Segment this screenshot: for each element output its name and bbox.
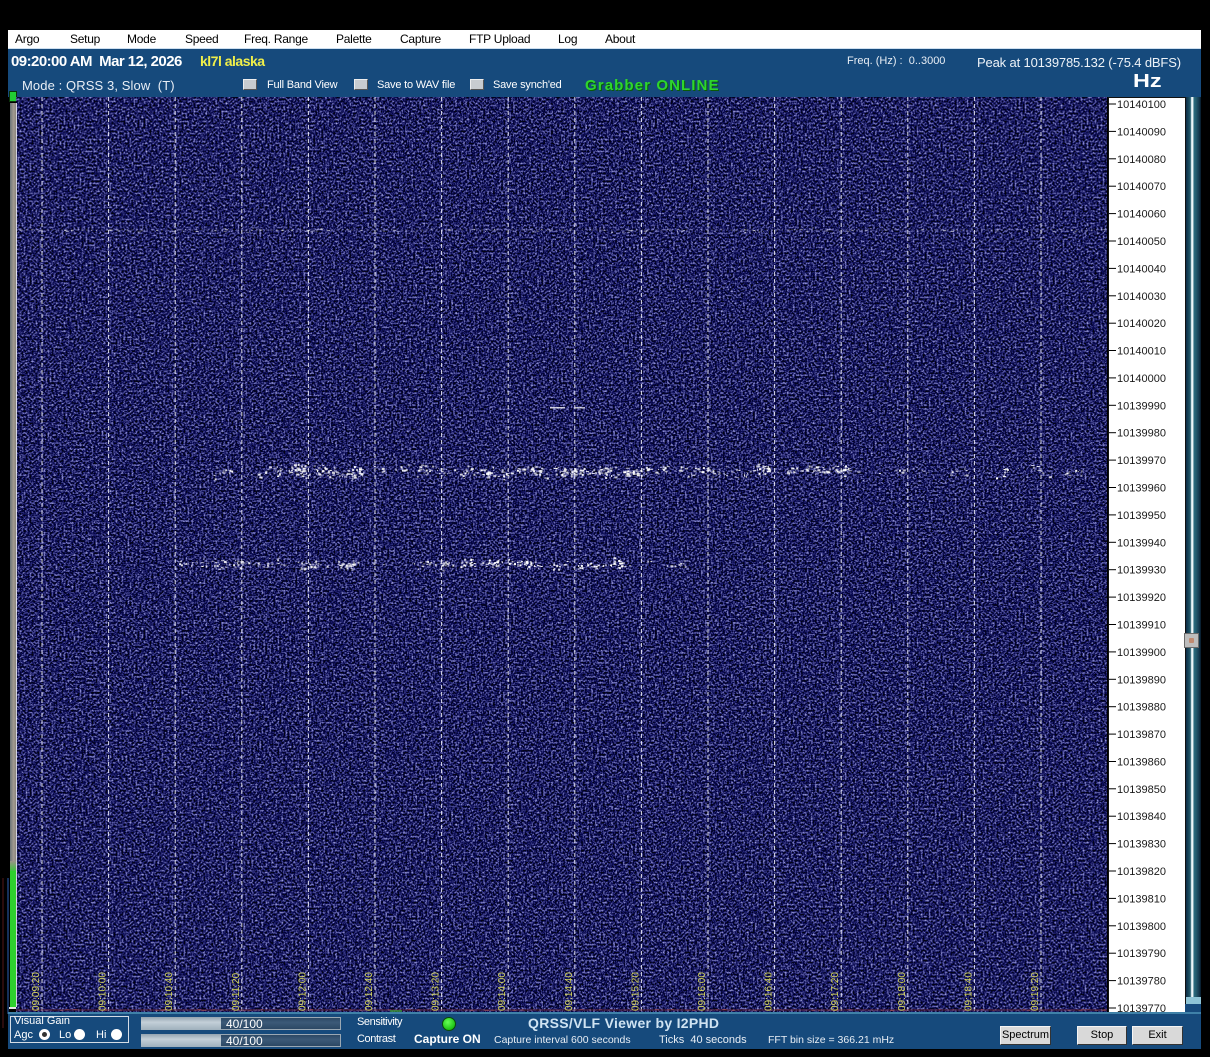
svg-text:10139810: 10139810: [1117, 893, 1166, 905]
svg-text:10139800: 10139800: [1117, 921, 1166, 933]
svg-text:10139920: 10139920: [1117, 592, 1166, 604]
svg-text:10139880: 10139880: [1117, 702, 1166, 714]
svg-text:10140090: 10140090: [1117, 126, 1166, 138]
svg-text:10139970: 10139970: [1117, 455, 1166, 467]
svg-text:10139790: 10139790: [1117, 948, 1166, 960]
svg-text:10139890: 10139890: [1117, 674, 1166, 686]
svg-text:10139910: 10139910: [1117, 620, 1166, 632]
svg-text:09:10:40: 09:10:40: [164, 972, 175, 1011]
svg-text:09:09:20: 09:09:20: [31, 972, 42, 1011]
svg-text:10139980: 10139980: [1117, 428, 1166, 440]
svg-text:09:11:20: 09:11:20: [231, 972, 242, 1011]
svg-text:10140040: 10140040: [1117, 263, 1166, 275]
svg-text:09:16:00: 09:16:00: [697, 972, 708, 1011]
svg-text:09:12:00: 09:12:00: [297, 972, 308, 1011]
svg-text:09:14:40: 09:14:40: [564, 972, 575, 1011]
svg-text:10139830: 10139830: [1117, 839, 1166, 851]
svg-text:10139870: 10139870: [1117, 729, 1166, 741]
svg-text:10139780: 10139780: [1117, 976, 1166, 988]
svg-text:10140060: 10140060: [1117, 209, 1166, 221]
svg-text:10139900: 10139900: [1117, 647, 1166, 659]
svg-text:10139840: 10139840: [1117, 811, 1166, 823]
svg-text:09:19:20: 09:19:20: [1030, 972, 1041, 1011]
svg-text:10139940: 10139940: [1117, 537, 1166, 549]
svg-text:09:15:20: 09:15:20: [630, 972, 641, 1011]
svg-text:09:18:40: 09:18:40: [963, 972, 974, 1011]
svg-text:10140080: 10140080: [1117, 154, 1166, 166]
svg-text:09:10:00: 09:10:00: [98, 972, 109, 1011]
svg-text:10140050: 10140050: [1117, 236, 1166, 248]
svg-text:10140020: 10140020: [1117, 318, 1166, 330]
svg-text:09:16:40: 09:16:40: [764, 972, 775, 1011]
svg-text:10139820: 10139820: [1117, 866, 1166, 878]
svg-text:10139860: 10139860: [1117, 757, 1166, 769]
svg-text:10140070: 10140070: [1117, 181, 1166, 193]
svg-text:10140030: 10140030: [1117, 291, 1166, 303]
svg-text:10140000: 10140000: [1117, 373, 1166, 385]
svg-text:09:14:00: 09:14:00: [497, 972, 508, 1011]
svg-text:10139950: 10139950: [1117, 510, 1166, 522]
svg-text:10140010: 10140010: [1117, 346, 1166, 358]
svg-text:10140100: 10140100: [1117, 99, 1166, 111]
svg-text:10139960: 10139960: [1117, 483, 1166, 495]
svg-text:09:17:20: 09:17:20: [830, 972, 841, 1011]
svg-text:09:13:20: 09:13:20: [431, 972, 442, 1011]
svg-text:09:12:40: 09:12:40: [364, 972, 375, 1011]
svg-text:10139990: 10139990: [1117, 400, 1166, 412]
svg-text:10139930: 10139930: [1117, 565, 1166, 577]
svg-text:09:18:00: 09:18:00: [897, 972, 908, 1011]
svg-text:10139850: 10139850: [1117, 784, 1166, 796]
